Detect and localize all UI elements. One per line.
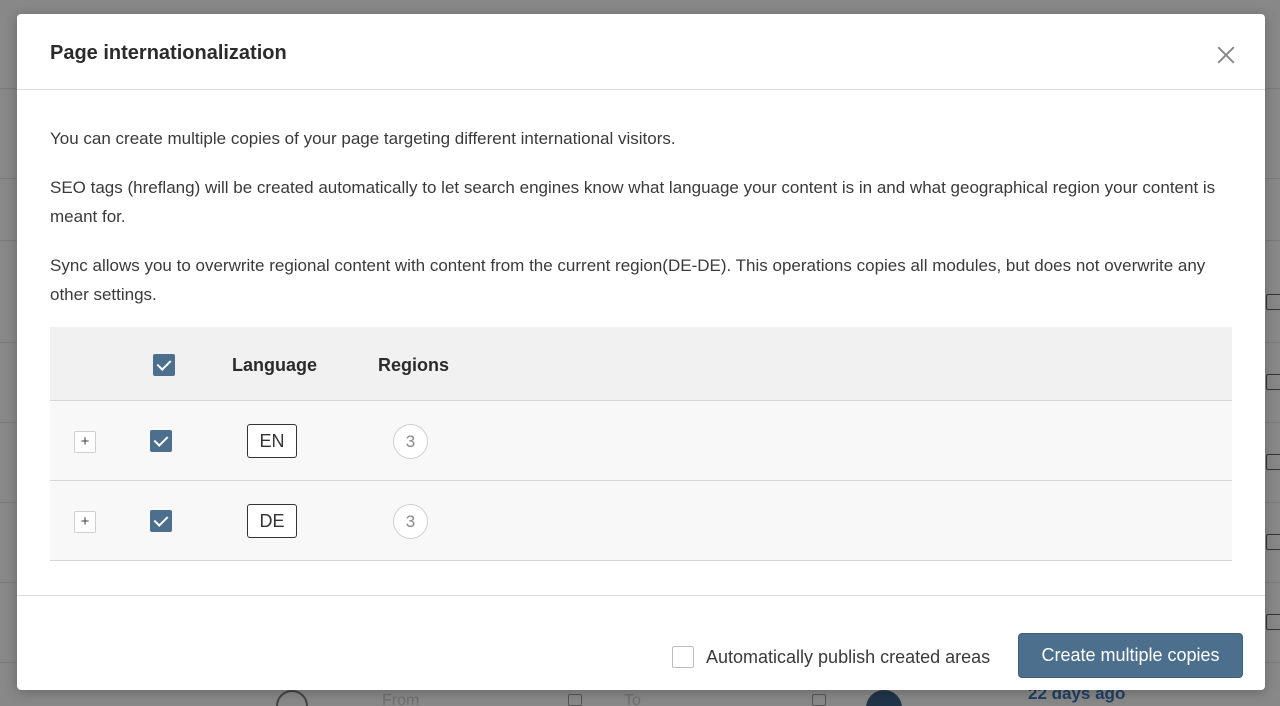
language-column-header: Language	[232, 355, 318, 375]
trash-icon	[1266, 534, 1280, 550]
intro-paragraph: You can create multiple copies of your p…	[50, 129, 676, 148]
expand-button[interactable]: +	[74, 431, 96, 453]
table-row: + EN 3	[50, 401, 1232, 481]
language-tag: EN	[247, 424, 297, 458]
trash-icon	[1266, 294, 1280, 310]
create-multiple-copies-button[interactable]: Create multiple copies	[1018, 633, 1243, 678]
region-count-badge[interactable]: 3	[393, 424, 428, 459]
auto-publish-label: Automatically publish created areas	[706, 647, 991, 667]
language-table: Language Regions + EN 3 + DE 3	[50, 327, 1232, 561]
trash-icon	[1266, 454, 1280, 470]
select-all-checkbox[interactable]	[153, 354, 175, 376]
modal-title: Page internationalization	[50, 42, 287, 64]
regions-column-header: Regions	[378, 355, 450, 375]
to-date-input: To	[624, 692, 641, 706]
globe-icon	[276, 690, 308, 706]
table-header: Language Regions	[50, 327, 1232, 401]
auto-publish-checkbox[interactable]	[672, 646, 694, 668]
table-row: + DE 3	[50, 481, 1232, 561]
expand-button[interactable]: +	[74, 511, 96, 533]
trash-icon	[1266, 374, 1280, 390]
internationalization-modal: Page internationalization You can create…	[17, 14, 1265, 690]
from-date-input: From	[382, 692, 420, 706]
row-checkbox[interactable]	[150, 430, 172, 452]
sync-paragraph: Sync allows you to overwrite regional co…	[50, 256, 1206, 304]
region-count-badge[interactable]: 3	[393, 504, 428, 539]
row-checkbox[interactable]	[150, 510, 172, 532]
modal-header: Page internationalization	[17, 14, 1265, 90]
modal-footer: Automatically publish created areas Crea…	[17, 595, 1265, 690]
calendar-icon	[568, 694, 582, 706]
seo-paragraph: SEO tags (hreflang) will be created auto…	[50, 178, 1216, 226]
language-tag: DE	[247, 504, 297, 538]
close-icon[interactable]	[1215, 44, 1237, 66]
cloud-icon	[866, 690, 902, 706]
trash-icon	[1266, 614, 1280, 630]
calendar-icon	[812, 694, 826, 706]
background-footer: From To 22 days ago	[0, 684, 1280, 706]
